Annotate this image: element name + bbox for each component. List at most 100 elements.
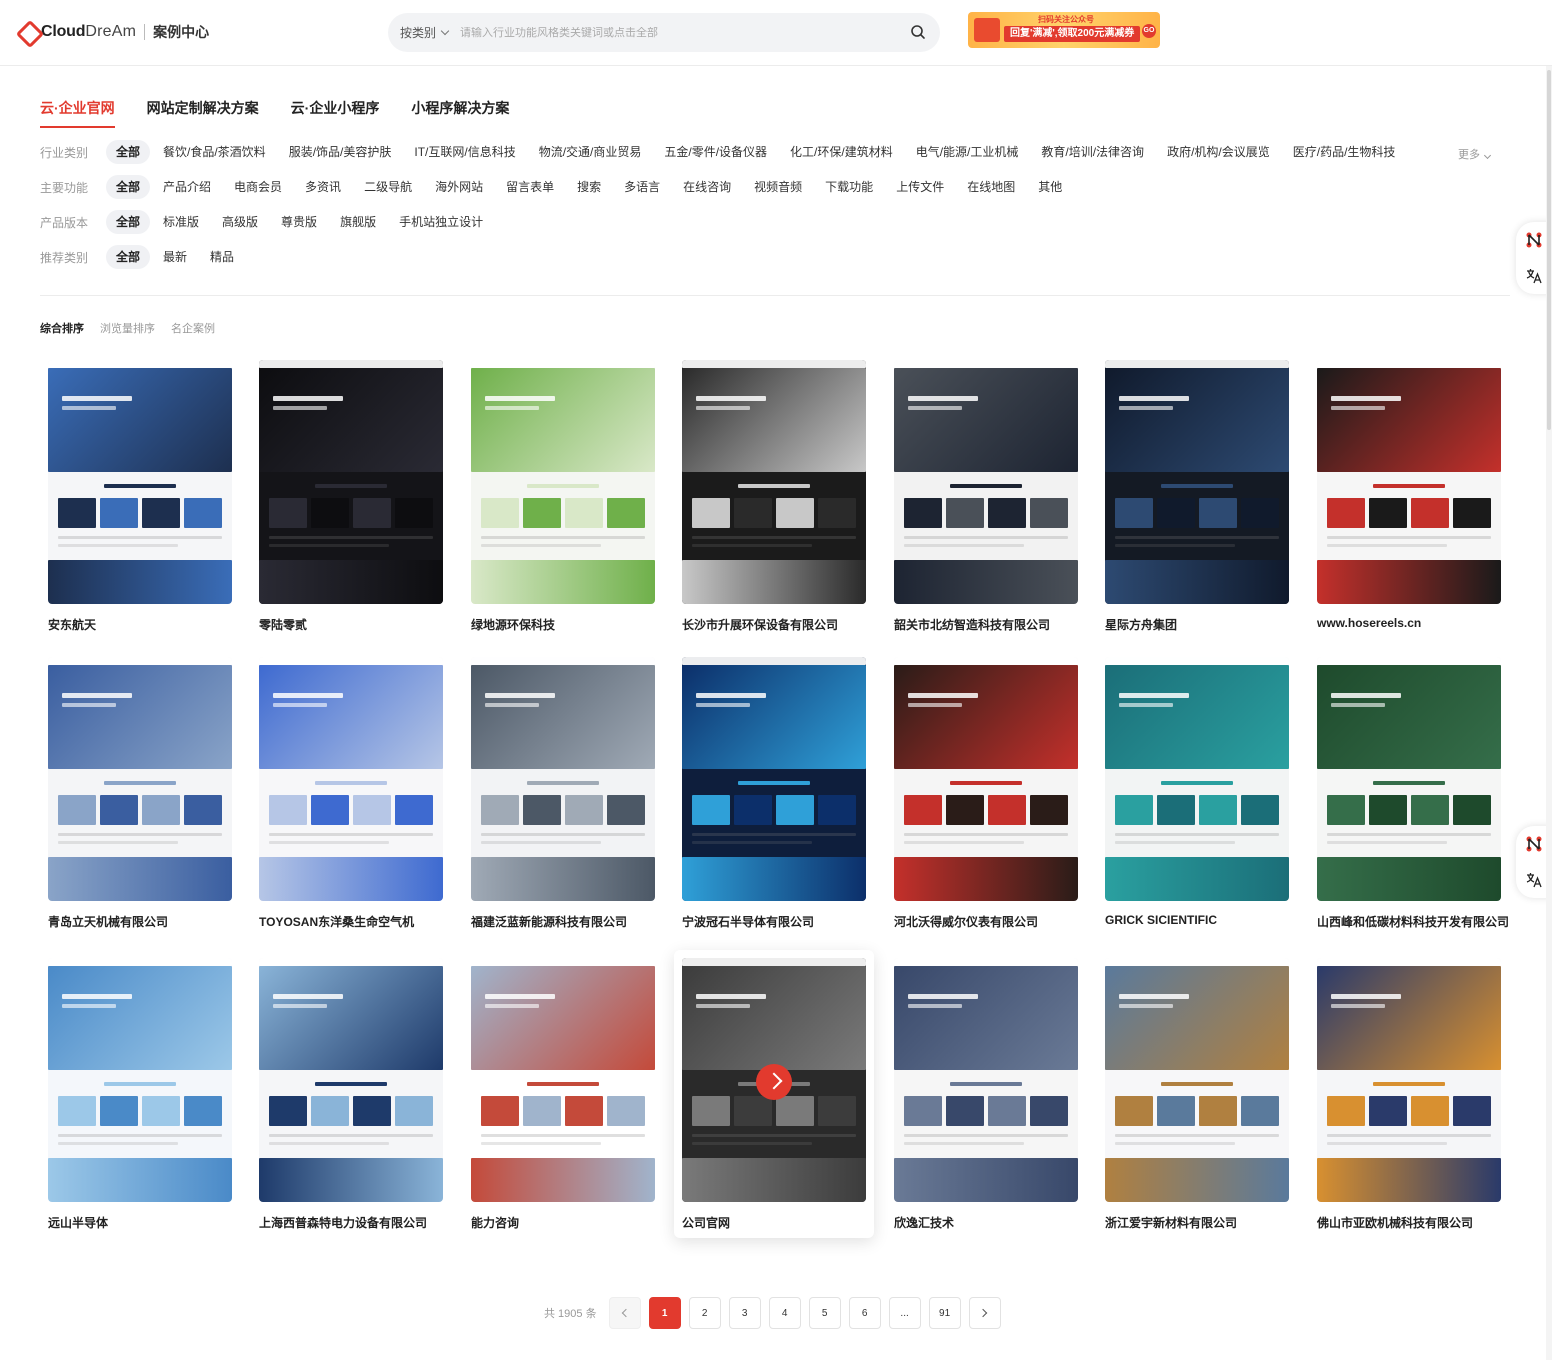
case-card[interactable]: 青岛立天机械有限公司 — [48, 657, 232, 930]
case-thumbnail[interactable] — [1317, 958, 1501, 1202]
page-button[interactable]: 3 — [728, 1297, 761, 1329]
case-card[interactable]: 能力咨询 — [471, 958, 655, 1231]
case-thumbnail[interactable] — [259, 958, 443, 1202]
case-name[interactable]: 青岛立天机械有限公司 — [48, 913, 232, 930]
case-name[interactable]: 远山半导体 — [48, 1214, 232, 1231]
filter-option[interactable]: 尊贵版 — [271, 210, 327, 234]
filter-option[interactable]: 高级版 — [212, 210, 268, 234]
filter-option[interactable]: 多语言 — [614, 175, 670, 199]
case-thumbnail[interactable] — [471, 360, 655, 604]
case-name[interactable]: 长沙市升展环保设备有限公司 — [682, 616, 866, 633]
case-thumbnail[interactable] — [894, 360, 1078, 604]
case-card[interactable]: GRICK SICIENTIFIC — [1105, 657, 1289, 927]
tab-3[interactable]: 云·企业小程序 — [291, 98, 380, 128]
page-ellipsis[interactable]: ... — [888, 1297, 921, 1329]
case-thumbnail[interactable] — [682, 657, 866, 901]
filter-option[interactable]: 其他 — [1028, 175, 1072, 199]
case-card[interactable]: 绿地源环保科技 — [471, 360, 655, 633]
page-button[interactable]: 6 — [848, 1297, 881, 1329]
page-button[interactable]: 91 — [928, 1297, 961, 1329]
filter-option[interactable]: 手机站独立设计 — [389, 210, 493, 234]
case-thumbnail[interactable] — [1105, 657, 1289, 901]
filter-option[interactable]: 在线地图 — [957, 175, 1025, 199]
case-name[interactable]: TOYOSAN东洋桑生命空气机 — [259, 913, 443, 930]
scrollbar-thumb[interactable] — [1547, 70, 1551, 430]
case-card[interactable]: 长沙市升展环保设备有限公司 — [682, 360, 866, 633]
page-button[interactable]: 2 — [688, 1297, 721, 1329]
case-thumbnail[interactable] — [48, 958, 232, 1202]
case-thumbnail[interactable] — [894, 958, 1078, 1202]
case-card[interactable]: 远山半导体 — [48, 958, 232, 1231]
case-card[interactable]: www.hosereels.cn — [1317, 360, 1501, 630]
filter-option[interactable]: 五金/零件/设备仪器 — [654, 140, 777, 164]
page-button[interactable]: 1 — [648, 1297, 681, 1329]
case-card[interactable]: 公司官网 — [682, 958, 866, 1231]
case-thumbnail[interactable] — [1105, 360, 1289, 604]
next-page-button[interactable] — [968, 1297, 1001, 1329]
case-card[interactable]: 安东航天 — [48, 360, 232, 633]
filter-option[interactable]: 在线咨询 — [673, 175, 741, 199]
case-name[interactable]: 零陆零贰 — [259, 616, 443, 633]
case-thumbnail[interactable] — [1317, 360, 1501, 604]
case-name[interactable]: 星际方舟集团 — [1105, 616, 1289, 633]
filter-option[interactable]: 医疗/药品/生物科技 — [1283, 140, 1406, 164]
case-card[interactable]: 宁波冠石半导体有限公司 — [682, 657, 866, 930]
logo[interactable]: Cloud DreAm 案例中心 — [18, 20, 209, 44]
page-button[interactable]: 5 — [808, 1297, 841, 1329]
filter-option[interactable]: 全部 — [106, 210, 151, 234]
case-name[interactable]: 佛山市亚欧机械科技有限公司 — [1317, 1214, 1501, 1231]
filter-option[interactable]: 留言表单 — [496, 175, 564, 199]
filter-option[interactable]: 全部 — [106, 175, 151, 199]
filter-option[interactable]: 全部 — [106, 140, 151, 164]
more-filters-button[interactable]: 更多 — [1458, 146, 1492, 162]
case-name[interactable]: GRICK SICIENTIFIC — [1105, 913, 1289, 927]
filter-option[interactable]: 标准版 — [153, 210, 209, 234]
case-thumbnail[interactable] — [259, 657, 443, 901]
filter-option[interactable]: 视频音频 — [744, 175, 812, 199]
case-name[interactable]: 宁波冠石半导体有限公司 — [682, 913, 866, 930]
filter-option[interactable]: 政府/机构/会议展览 — [1157, 140, 1280, 164]
case-thumbnail[interactable] — [682, 958, 866, 1202]
filter-option[interactable]: 电气/能源/工业机械 — [906, 140, 1029, 164]
case-name[interactable]: 山西峰和低碳材料科技开发有限公司 — [1317, 913, 1509, 930]
filter-option[interactable]: 海外网站 — [425, 175, 493, 199]
case-card[interactable]: 韶关市北纺智造科技有限公司 — [894, 360, 1078, 633]
filter-option[interactable]: 物流/交通/商业贸易 — [529, 140, 652, 164]
promo-banner[interactable]: 扫码关注公众号 回复'满减',领取200元满减券 GO — [968, 12, 1160, 48]
filter-option[interactable]: 化工/环保/建筑材料 — [780, 140, 903, 164]
case-card[interactable]: 河北沃得威尔仪表有限公司 — [894, 657, 1078, 930]
search-icon[interactable] — [910, 24, 926, 40]
prev-page-button[interactable] — [608, 1297, 641, 1329]
case-thumbnail[interactable] — [1317, 657, 1501, 901]
case-name[interactable]: www.hosereels.cn — [1317, 616, 1501, 630]
promo-go-button[interactable]: GO — [1142, 24, 1156, 38]
case-name[interactable]: 上海西普森特电力设备有限公司 — [259, 1214, 443, 1231]
filter-option[interactable]: 多资讯 — [295, 175, 351, 199]
search-input[interactable] — [460, 26, 881, 39]
filter-option[interactable]: 餐饮/食品/茶酒饮料 — [153, 140, 276, 164]
page-scrollbar[interactable] — [1546, 66, 1552, 1360]
case-name[interactable]: 河北沃得威尔仪表有限公司 — [894, 913, 1078, 930]
filter-option[interactable]: 下载功能 — [815, 175, 883, 199]
tab-1[interactable]: 云·企业官网 — [40, 98, 115, 128]
case-name[interactable]: 公司官网 — [682, 1214, 866, 1231]
filter-option[interactable]: 精品 — [200, 245, 244, 269]
case-card[interactable]: TOYOSAN东洋桑生命空气机 — [259, 657, 443, 930]
filter-option[interactable]: 电商会员 — [224, 175, 292, 199]
sort-option-1[interactable]: 综合排序 — [40, 320, 84, 336]
case-thumbnail[interactable] — [471, 958, 655, 1202]
case-name[interactable]: 欣逸汇技术 — [894, 1214, 1078, 1231]
case-card[interactable]: 浙江爱宇新材料有限公司 — [1105, 958, 1289, 1231]
filter-option[interactable]: 搜索 — [567, 175, 611, 199]
case-name[interactable]: 安东航天 — [48, 616, 232, 633]
filter-option[interactable]: 二级导航 — [354, 175, 422, 199]
filter-option[interactable]: 服装/饰品/美容护肤 — [279, 140, 402, 164]
case-thumbnail[interactable] — [259, 360, 443, 604]
case-name[interactable]: 绿地源环保科技 — [471, 616, 655, 633]
case-thumbnail[interactable] — [1105, 958, 1289, 1202]
sort-option-2[interactable]: 浏览量排序 — [100, 320, 155, 336]
tab-4[interactable]: 小程序解决方案 — [411, 98, 509, 128]
filter-option[interactable]: IT/互联网/信息科技 — [404, 140, 525, 164]
case-thumbnail[interactable] — [894, 657, 1078, 901]
page-button[interactable]: 4 — [768, 1297, 801, 1329]
